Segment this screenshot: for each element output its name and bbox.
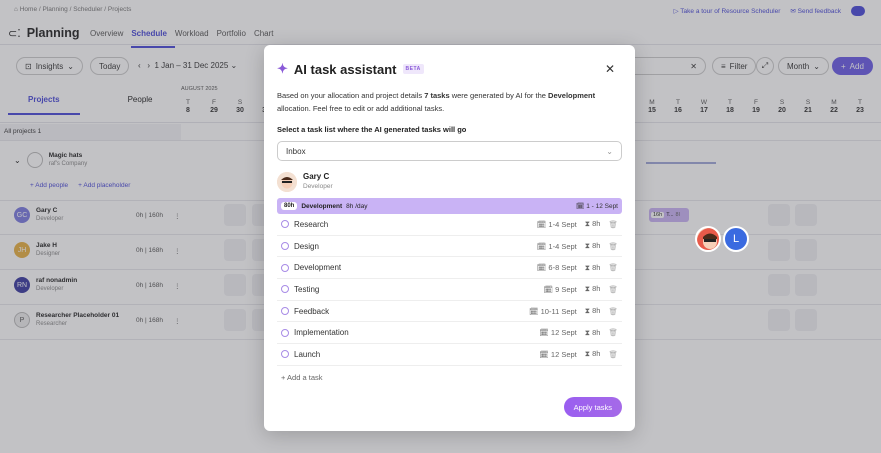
task-name[interactable]: Research <box>294 220 328 229</box>
task-meta: 🗓 10-11 Sept ⧗ 8h 🗑 <box>529 306 618 316</box>
allocation-summary: 80h Development 8h /day 🗓 1 - 12 Sept <box>277 198 622 214</box>
task-dates[interactable]: 🗓 9 Sept <box>543 285 576 294</box>
task-name[interactable]: Feedback <box>294 307 329 316</box>
task-name[interactable]: Launch <box>294 350 320 359</box>
allocation-hours: 80h <box>281 202 298 210</box>
allocation-rate: 8h /day <box>346 202 368 210</box>
check-circle-icon[interactable] <box>281 350 289 359</box>
trash-icon[interactable]: 🗑 <box>608 220 618 229</box>
trash-icon[interactable]: 🗑 <box>608 285 618 294</box>
task-meta: 🗓 12 Sept ⧗ 8h 🗑 <box>539 328 618 338</box>
task-meta: 🗓 1-4 Sept ⧗ 8h 🗑 <box>537 219 618 229</box>
trash-icon[interactable]: 🗑 <box>608 328 618 337</box>
task-dates[interactable]: 🗓 12 Sept <box>539 328 576 337</box>
select-label: Select a task list where the AI generate… <box>277 125 467 134</box>
task-name[interactable]: Testing <box>294 285 319 294</box>
task-dates[interactable]: 🗓 6-8 Sept <box>537 263 577 272</box>
task-hours[interactable]: ⧗ 8h <box>585 328 601 338</box>
task-dates[interactable]: 🗓 1-4 Sept <box>537 242 577 251</box>
person-name: Gary C Developer <box>303 172 333 190</box>
check-circle-icon[interactable] <box>281 285 289 294</box>
trash-icon[interactable]: 🗑 <box>608 263 618 272</box>
add-task-button[interactable]: + Add a task <box>277 373 622 382</box>
sparkle-icon: ✦ <box>277 61 288 76</box>
task-row[interactable]: Testing 🗓 9 Sept ⧗ 8h 🗑 <box>277 279 622 301</box>
task-list: Research 🗓 1-4 Sept ⧗ 8h 🗑 Design 🗓 1-4 Sept ⧗… <box>277 214 622 366</box>
trash-icon[interactable]: 🗑 <box>608 307 618 316</box>
modal-description: Based on your allocation and project det… <box>277 91 596 113</box>
task-row[interactable]: Launch 🗓 12 Sept ⧗ 8h 🗑 <box>277 344 622 366</box>
task-meta: 🗓 1-4 Sept ⧗ 8h 🗑 <box>537 241 618 251</box>
task-hours[interactable]: ⧗ 8h <box>585 241 601 251</box>
task-row[interactable]: Feedback 🗓 10-11 Sept ⧗ 8h 🗑 <box>277 301 622 323</box>
close-icon[interactable]: ✕ <box>605 62 615 76</box>
apply-tasks-button[interactable]: Apply tasks <box>563 397 622 417</box>
task-hours[interactable]: ⧗ 8h <box>585 263 601 273</box>
task-name[interactable]: Design <box>294 242 319 251</box>
trash-icon[interactable]: 🗑 <box>608 242 618 251</box>
beta-badge: BETA <box>402 64 424 74</box>
trash-icon[interactable]: 🗑 <box>608 350 618 359</box>
allocation-dates: 🗓 1 - 12 Sept <box>576 203 618 210</box>
task-hours[interactable]: ⧗ 8h <box>585 219 601 229</box>
check-circle-icon[interactable] <box>281 307 289 316</box>
task-row[interactable]: Development 🗓 6-8 Sept ⧗ 8h 🗑 <box>277 257 622 280</box>
avatar <box>277 172 297 192</box>
task-hours[interactable]: ⧗ 8h <box>585 349 601 359</box>
task-hours[interactable]: ⧗ 8h <box>585 284 601 294</box>
task-list-select[interactable]: Inbox ⌄ <box>277 141 622 161</box>
task-row[interactable]: Design 🗓 1-4 Sept ⧗ 8h 🗑 <box>277 236 622 258</box>
task-meta: 🗓 6-8 Sept ⧗ 8h 🗑 <box>537 263 618 273</box>
ai-task-assistant-modal: ✦ AI task assistant BETA ✕ Based on your… <box>264 45 635 431</box>
allocation-name: Development <box>301 202 343 210</box>
task-row[interactable]: Research 🗓 1-4 Sept ⧗ 8h 🗑 <box>277 214 622 236</box>
avatar <box>695 226 721 252</box>
chevron-down-icon: ⌄ <box>606 146 613 156</box>
avatar: L <box>723 226 749 252</box>
avatar-illustration-icon <box>277 172 297 192</box>
task-dates[interactable]: 🗓 1-4 Sept <box>537 220 577 229</box>
select-value: Inbox <box>286 146 306 156</box>
task-name[interactable]: Implementation <box>294 328 349 337</box>
check-circle-icon[interactable] <box>281 328 289 337</box>
person-role: Developer <box>303 183 333 190</box>
task-row[interactable]: Implementation 🗓 12 Sept ⧗ 8h 🗑 <box>277 322 622 345</box>
check-circle-icon[interactable] <box>281 220 289 229</box>
task-hours[interactable]: ⧗ 8h <box>585 306 601 316</box>
modal-title: AI task assistant <box>293 61 397 77</box>
task-meta: 🗓 12 Sept ⧗ 8h 🗑 <box>539 349 618 359</box>
task-name[interactable]: Development <box>294 263 341 272</box>
check-circle-icon[interactable] <box>281 263 289 272</box>
task-dates[interactable]: 🗓 12 Sept <box>539 350 576 359</box>
person-header: Gary C Developer <box>277 172 622 192</box>
task-meta: 🗓 9 Sept ⧗ 8h 🗑 <box>543 284 618 294</box>
task-dates[interactable]: 🗓 10-11 Sept <box>529 307 577 316</box>
check-circle-icon[interactable] <box>281 242 289 251</box>
